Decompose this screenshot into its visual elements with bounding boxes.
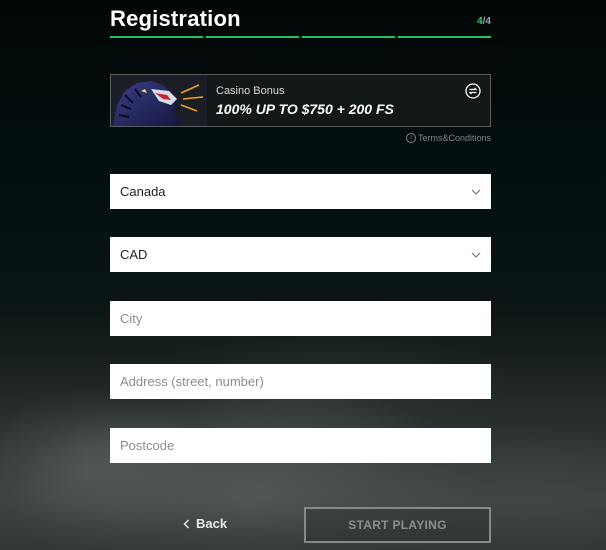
bonus-offer: 100% UP TO $750 + 200 FS	[216, 101, 394, 117]
back-label: Back	[196, 516, 228, 531]
progress-step	[398, 36, 491, 38]
start-playing-button[interactable]: START PLAYING	[304, 507, 491, 543]
chevron-down-icon	[471, 252, 481, 258]
swap-icon[interactable]	[465, 83, 481, 99]
currency-value: CAD	[120, 247, 148, 262]
terms-label: Terms&Conditions	[417, 133, 491, 143]
currency-select[interactable]: CAD	[110, 237, 491, 272]
tiger-image	[111, 75, 207, 126]
progress-step	[206, 36, 299, 38]
city-placeholder: City	[120, 311, 143, 326]
city-input[interactable]: City	[110, 301, 491, 336]
country-select[interactable]: Canada	[110, 174, 491, 209]
progress-step	[110, 36, 203, 38]
start-playing-label: START PLAYING	[348, 518, 447, 532]
chevron-down-icon	[471, 189, 481, 195]
progress-steps	[110, 36, 491, 38]
bonus-card: Casino Bonus 100% UP TO $750 + 200 FS	[110, 74, 491, 127]
info-icon: i	[405, 133, 416, 143]
back-button[interactable]: Back	[183, 516, 227, 531]
bonus-label: Casino Bonus	[216, 85, 285, 97]
terms-link[interactable]: i Terms&Conditions	[405, 133, 491, 143]
chevron-left-icon	[183, 519, 189, 528]
postcode-placeholder: Postcode	[120, 438, 175, 453]
page-title: Registration	[110, 6, 241, 31]
address-input[interactable]: Address (street, number)	[110, 364, 491, 399]
form-actions: Back START PLAYING	[110, 507, 491, 543]
postcode-input[interactable]: Postcode	[110, 428, 491, 463]
address-placeholder: Address (street, number)	[120, 374, 264, 389]
step-counter: 4/4	[477, 16, 491, 27]
progress-step	[302, 36, 395, 38]
step-total: /4	[482, 16, 491, 27]
country-value: Canada	[120, 184, 166, 199]
